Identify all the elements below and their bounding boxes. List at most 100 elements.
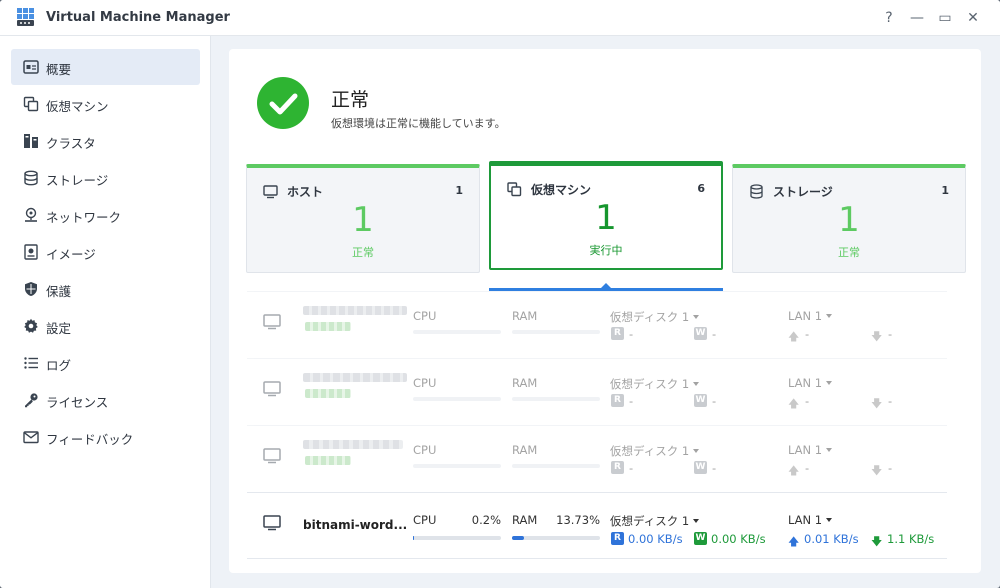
cpu-bar (413, 464, 501, 468)
monitor-icon (263, 314, 281, 330)
disk-write-value: - (712, 394, 717, 408)
redacted-vm-name (303, 306, 407, 315)
sidebar-item-label: ライセンス (46, 395, 109, 410)
write-badge: W (694, 394, 707, 407)
sidebar-item-log[interactable]: ログ (11, 345, 200, 381)
card-status: 実行中 (589, 244, 623, 257)
lan-dropdown[interactable]: LAN 1 (788, 376, 833, 390)
vm-row[interactable]: CPU RAM 仮想ディスク 1 R - W - LAN 1 🡅 - 🡇 - (247, 358, 947, 425)
lan-dropdown[interactable]: LAN 1 (788, 513, 833, 527)
storage-icon (24, 170, 38, 186)
redacted-vm-name (303, 440, 403, 449)
vm-row[interactable]: CPU RAM 仮想ディスク 1 R - W - LAN 1 🡅 - 🡇 - (247, 291, 947, 358)
card-status: 正常 (838, 246, 860, 259)
sidebar-item-overview[interactable]: 概要 (11, 49, 200, 85)
sidebar-item-label: イメージ (46, 247, 96, 262)
app-title: Virtual Machine Manager (46, 10, 230, 25)
lan-up-value: 0.01 KB/s (804, 532, 859, 546)
lan-dropdown[interactable]: LAN 1 (788, 443, 833, 457)
card-big-number: 1 (838, 200, 860, 240)
close-button[interactable]: ✕ (963, 8, 983, 28)
disk-read-value: - (629, 461, 634, 475)
virtual-machine-card[interactable]: 仮想マシン 6 1 実行中 (489, 161, 723, 270)
vm-row[interactable]: bitnami-word... CPU 0.2% RAM 13.73% 仮想ディ… (247, 492, 947, 559)
cluster-icon (24, 134, 38, 148)
disk-write-value: 0.00 KB/s (711, 532, 766, 546)
disk-dropdown[interactable]: 仮想ディスク 1 (610, 376, 700, 392)
database-icon (750, 184, 763, 199)
sidebar-item-license[interactable]: ライセンス (11, 382, 200, 418)
storage-card[interactable]: ストレージ 1 1 正常 (732, 164, 966, 273)
write-badge: W (694, 532, 707, 545)
disk-dropdown[interactable]: 仮想ディスク 1 (610, 513, 700, 529)
read-badge: R (611, 461, 624, 474)
lan-down-value: - (888, 327, 893, 341)
disk-dropdown[interactable]: 仮想ディスク 1 (610, 443, 700, 459)
network-icon (25, 207, 37, 222)
log-icon (24, 357, 38, 369)
upload-arrow-icon: 🡅 (788, 464, 800, 477)
card-count: 1 (455, 184, 463, 197)
ram-bar-fill (512, 536, 525, 540)
disk-read-value: 0.00 KB/s (628, 532, 683, 546)
ram-bar (512, 397, 600, 401)
card-count: 6 (697, 182, 705, 195)
redacted-vm-status (305, 456, 351, 465)
key-icon (25, 393, 38, 408)
cpu-bar (413, 536, 501, 540)
read-badge: R (611, 394, 624, 407)
sidebar-item-virtual-machine[interactable]: 仮想マシン (11, 86, 200, 122)
monitor-icon (263, 448, 281, 464)
sidebar-item-network[interactable]: ネットワーク (11, 197, 200, 233)
help-button[interactable]: ? (879, 8, 899, 28)
lan-down-value: 1.1 KB/s (887, 532, 935, 546)
cpu-bar (413, 397, 501, 401)
upload-arrow-icon: 🡅 (788, 330, 800, 343)
vm-row[interactable]: CPU RAM 仮想ディスク 1 R - W - LAN 1 🡅 - 🡇 - (247, 425, 947, 492)
shield-icon (25, 282, 37, 296)
download-arrow-icon: 🡇 (871, 330, 883, 343)
mail-icon (23, 431, 39, 444)
vm-name[interactable]: bitnami-word... (303, 518, 407, 532)
sidebar-item-label: ストレージ (46, 173, 109, 188)
read-badge: R (611, 532, 624, 545)
ram-value: 13.73% (556, 513, 600, 527)
copy-icon (507, 182, 522, 197)
sidebar-item-settings[interactable]: 設定 (11, 308, 200, 344)
sidebar-item-protection[interactable]: 保護 (11, 271, 200, 307)
lan-down-value: - (888, 461, 893, 475)
maximize-button[interactable]: ▭ (935, 8, 955, 28)
status-title: 正常 (331, 89, 370, 111)
ram-label: RAM (512, 376, 538, 390)
vmm-window: Virtual Machine Manager ? — ▭ ✕ 概要 仮想マシン… (0, 0, 1000, 588)
sidebar-item-label: ネットワーク (46, 210, 122, 225)
read-badge: R (611, 327, 624, 340)
disk-dropdown[interactable]: 仮想ディスク 1 (610, 309, 700, 325)
disk-read-value: - (629, 327, 634, 341)
status-ok-icon (257, 77, 309, 129)
overview-icon (23, 60, 39, 74)
sidebar-item-image[interactable]: イメージ (11, 234, 200, 270)
host-card[interactable]: ホスト 1 1 正常 (246, 164, 480, 273)
sidebar-item-feedback[interactable]: フィードバック (11, 419, 200, 455)
lan-down-value: - (888, 394, 893, 408)
cpu-label: CPU (413, 443, 437, 457)
monitor-icon (263, 185, 278, 199)
app-logo-icon (17, 8, 34, 26)
lan-up-value: - (805, 327, 810, 341)
write-badge: W (694, 327, 707, 340)
card-title: 仮想マシン (531, 183, 592, 197)
disk-read-value: - (629, 394, 634, 408)
lan-dropdown[interactable]: LAN 1 (788, 309, 833, 323)
sidebar-item-label: 概要 (46, 62, 72, 77)
redacted-vm-status (305, 389, 351, 398)
redacted-vm-status (305, 322, 351, 331)
minimize-button[interactable]: — (907, 8, 927, 28)
card-status: 正常 (352, 246, 374, 259)
sidebar-item-cluster[interactable]: クラスタ (11, 123, 200, 159)
disk-write-value: - (712, 327, 717, 341)
sidebar-item-storage[interactable]: ストレージ (11, 160, 200, 196)
card-big-number: 1 (352, 200, 374, 240)
download-arrow-icon: 🡇 (871, 397, 883, 410)
download-arrow-icon: 🡇 (871, 464, 883, 477)
